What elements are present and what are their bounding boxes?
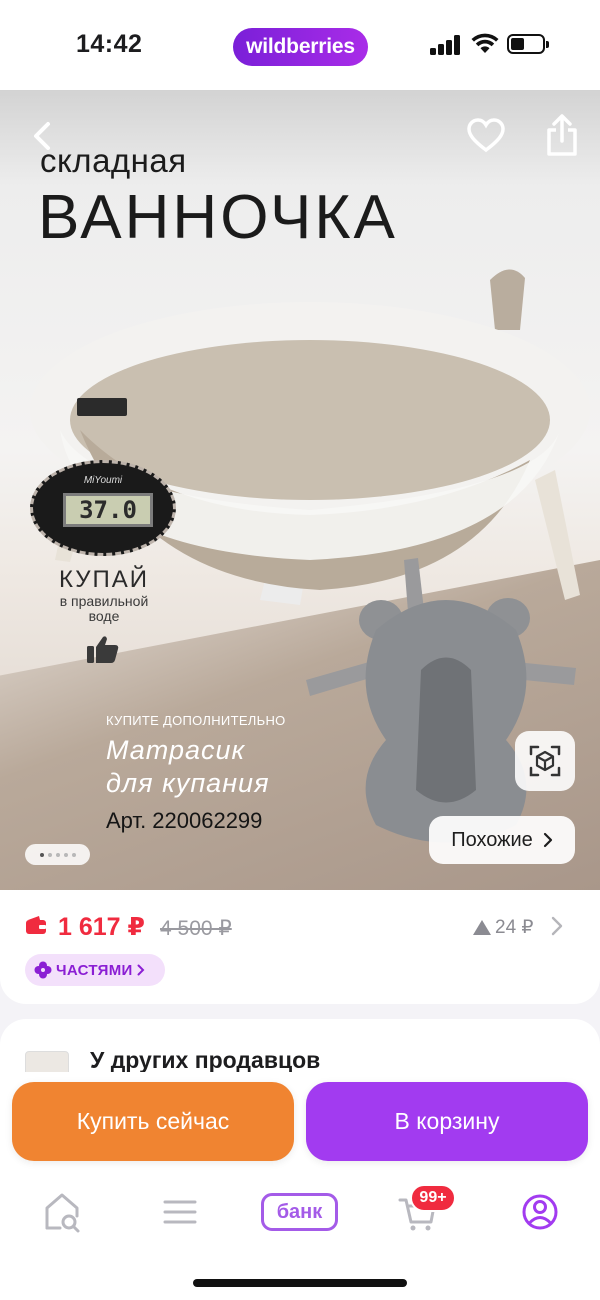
chevron-right-icon: [137, 964, 145, 976]
similar-label: Похожие: [451, 828, 533, 851]
cube-scan-icon: [529, 745, 561, 777]
promo-article: Арт. 220062299: [106, 808, 263, 833]
buy-now-button[interactable]: Купить сейчас: [12, 1082, 294, 1161]
flower-icon: [34, 961, 52, 979]
thumbs-up-icon: [87, 636, 119, 663]
status-bar: 14:42 wildberries: [0, 0, 600, 90]
promo-small-text: КУПИТЕ ДОПОЛНИТЕЛЬНО: [106, 713, 286, 728]
thermometer-badge: MiYoumi 37.0: [30, 460, 176, 556]
installments-button[interactable]: ЧАСТЯМИ: [25, 954, 165, 986]
other-sellers-title: У других продавцов: [90, 1047, 321, 1073]
add-to-cart-button[interactable]: В корзину: [306, 1082, 588, 1161]
price-current: 1 617 ₽: [58, 913, 145, 941]
home-search-icon[interactable]: [42, 1190, 82, 1234]
bath-mat-image: [306, 558, 576, 843]
wifi-icon: [471, 33, 499, 53]
share-icon[interactable]: [542, 114, 582, 158]
price-card: 1 617 ₽ 4 500 ₽ 24 ₽ ЧАСТЯМИ: [0, 890, 600, 1004]
hero-title-small: складная: [40, 142, 187, 179]
bath-label-sub-1: в правильной: [59, 593, 149, 609]
price-change-value: 24 ₽: [495, 917, 534, 938]
price-old: 4 500 ₽: [160, 917, 232, 940]
promo-title: Матрасик для купания: [106, 734, 270, 800]
similar-button[interactable]: Похожие: [429, 816, 575, 864]
bath-label-sub-2: воде: [88, 608, 120, 624]
promo-title-line-2: для купания: [106, 768, 270, 798]
pagination-dot[interactable]: [55, 852, 60, 857]
wallet-icon: [26, 916, 46, 934]
bath-label-title: КУПАЙ: [58, 566, 149, 593]
thermometer-display: 37.0: [63, 493, 153, 527]
hero-title-big: ВАННОЧКА: [38, 183, 398, 252]
bath-label: КУПАЙ в правильной воде: [48, 566, 160, 624]
thermometer-brand: MiYoumi: [83, 475, 123, 486]
catalog-menu-icon[interactable]: [162, 1190, 198, 1234]
price-history[interactable]: 24 ₽: [473, 916, 534, 939]
pagination-dot[interactable]: [63, 852, 68, 857]
pagination-dot[interactable]: [71, 852, 76, 857]
home-indicator[interactable]: [193, 1279, 407, 1287]
gallery-pagination[interactable]: [25, 844, 90, 865]
pagination-dot[interactable]: [39, 852, 44, 857]
battery-icon: [507, 34, 549, 54]
chevron-right-icon[interactable]: [551, 916, 563, 936]
ar-view-button[interactable]: [515, 731, 575, 791]
heart-icon[interactable]: [466, 116, 506, 156]
triangle-up-icon: [473, 920, 491, 935]
pagination-dot[interactable]: [47, 852, 52, 857]
status-time: 14:42: [76, 30, 143, 58]
installments-label: ЧАСТЯМИ: [56, 961, 133, 979]
product-gallery[interactable]: складная ВАННОЧКА MiYoumi 37.0 КУПАЙ в п…: [0, 90, 600, 890]
bank-tab[interactable]: банк: [261, 1193, 338, 1231]
cart-count-badge: 99+: [410, 1184, 456, 1212]
promo-title-line-1: Матрасик: [106, 735, 246, 765]
profile-icon[interactable]: [520, 1190, 560, 1234]
brand-pill[interactable]: wildberries: [233, 28, 368, 66]
chevron-right-icon: [543, 832, 552, 848]
signal-icon: [430, 35, 462, 55]
